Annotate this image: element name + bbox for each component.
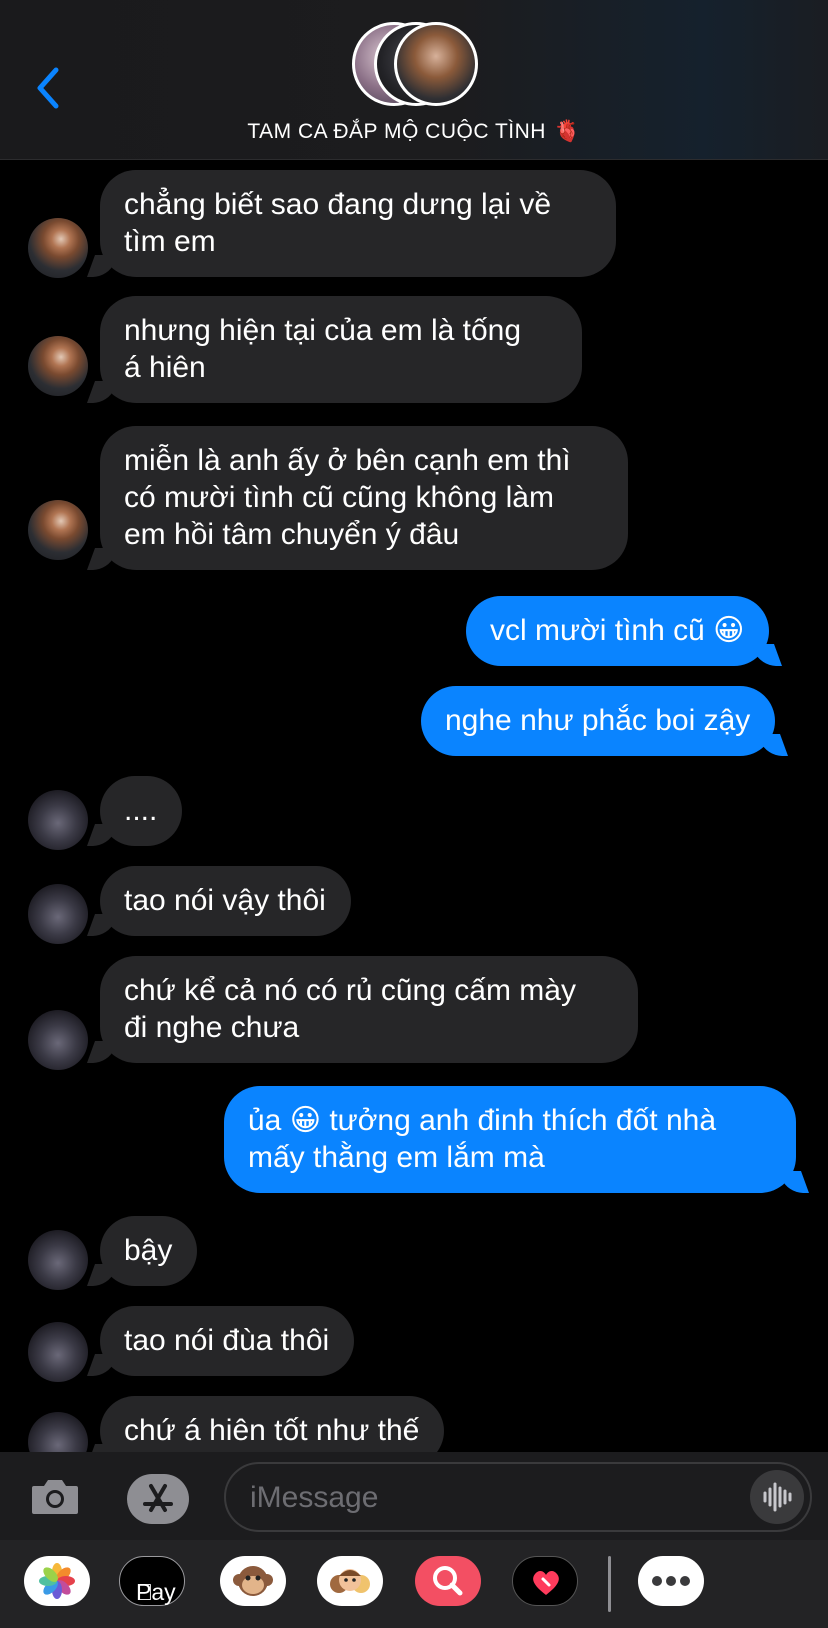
image-search-button[interactable] (415, 1556, 481, 1606)
app-drawer: Pay (0, 1540, 828, 1628)
back-button[interactable] (30, 62, 66, 114)
incoming-message-bubble[interactable]: bậy (100, 1216, 198, 1286)
message-line: em hồi tâm chuyển ý đâu (124, 518, 460, 551)
photos-app-icon (39, 1563, 75, 1599)
digital-touch-button[interactable] (512, 1556, 578, 1606)
incoming-message-bubble[interactable]: tao nói đùa thôi (100, 1306, 355, 1376)
incoming-message-bubble[interactable]: chẳng biết sao đang dưng lại về tìm em (100, 170, 616, 277)
sender-avatar[interactable] (28, 884, 88, 944)
incoming-message-bubble[interactable]: chứ á hiên tốt như thế (100, 1396, 445, 1452)
message-line: chứ á hiên tốt như thế (124, 1414, 420, 1447)
anatomical-heart-emoji: 🫀 (553, 120, 581, 143)
memoji-icon (330, 1569, 370, 1593)
incoming-message-bubble[interactable]: .... (100, 776, 182, 846)
group-avatar-3 (394, 22, 478, 106)
apple-pay-button[interactable]: Pay (119, 1556, 185, 1606)
message-line: nghe như phắc boi zậy (445, 704, 751, 737)
sender-avatar[interactable] (28, 1322, 88, 1382)
sender-avatar[interactable] (28, 1412, 88, 1452)
message-line: có mười tình cũ cũng không làm (124, 481, 554, 514)
memoji-button[interactable] (317, 1556, 383, 1606)
message-input[interactable] (250, 1478, 730, 1518)
outgoing-message-bubble[interactable]: vcl mười tình cũ 😀 (466, 596, 770, 666)
message-line: miễn là anh ấy ở bên cạnh em thì (124, 444, 571, 477)
group-title[interactable]: TAM CA ĐẮP MỘ CUỘC TÌNH 🫀 (0, 120, 828, 144)
compose-bar (0, 1452, 828, 1540)
more-dots-icon (652, 1576, 690, 1586)
apple-pay-text: Pay (136, 1579, 176, 1605)
app-store-icon (143, 1484, 173, 1512)
incoming-message-bubble[interactable]: miễn là anh ấy ở bên cạnh em thì có mười… (100, 426, 628, 570)
message-line: chứ kể cả nó có rủ cũng cấm mày (124, 974, 576, 1007)
message-list[interactable]: chẳng biết sao đang dưng lại về tìm em n… (0, 160, 828, 1452)
message-line: mấy thằng em lắm mà (248, 1141, 545, 1174)
app-store-button[interactable] (127, 1474, 189, 1524)
monkey-animoji-icon (233, 1566, 273, 1596)
drawer-divider (608, 1556, 611, 1612)
message-line: bậy (124, 1234, 173, 1267)
sender-avatar[interactable] (28, 336, 88, 396)
message-input-field[interactable] (224, 1462, 812, 1532)
sender-avatar[interactable] (28, 1010, 88, 1070)
message-line: ủa 😀 tưởng anh đinh thích đốt nhà (248, 1104, 717, 1137)
message-line: nhưng hiện tại của em là tống (124, 314, 522, 347)
message-line: tìm em (124, 225, 216, 258)
sender-avatar[interactable] (28, 790, 88, 850)
message-line: vcl mười tình cũ 😀 (490, 614, 745, 647)
digital-touch-heart-icon (533, 1571, 559, 1595)
camera-button[interactable] (30, 1474, 80, 1518)
sender-avatar[interactable] (28, 218, 88, 278)
group-avatars[interactable] (352, 22, 478, 108)
message-line: tao nói vậy thôi (124, 884, 326, 917)
message-line: .... (124, 794, 158, 827)
image-search-icon (433, 1566, 463, 1596)
waveform-icon (763, 1482, 792, 1512)
conversation-header: TAM CA ĐẮP MỘ CUỘC TÌNH 🫀 (0, 0, 828, 160)
outgoing-message-bubble[interactable]: nghe như phắc boi zậy (421, 686, 776, 756)
voice-message-button[interactable] (750, 1470, 804, 1524)
animoji-button[interactable] (220, 1556, 286, 1606)
message-line: tao nói đùa thôi (124, 1324, 330, 1357)
camera-icon (32, 1480, 78, 1514)
message-line: đi nghe chưa (124, 1011, 300, 1044)
incoming-message-bubble[interactable]: chứ kể cả nó có rủ cũng cấm mày đi nghe … (100, 956, 638, 1063)
photos-app-button[interactable] (24, 1556, 90, 1606)
chevron-left-icon (37, 67, 59, 109)
sender-avatar[interactable] (28, 1230, 88, 1290)
outgoing-message-bubble[interactable]: ủa 😀 tưởng anh đinh thích đốt nhà mấy th… (224, 1086, 796, 1193)
group-title-text: TAM CA ĐẮP MỘ CUỘC TÌNH (247, 120, 546, 143)
sender-avatar[interactable] (28, 500, 88, 560)
incoming-message-bubble[interactable]: tao nói vậy thôi (100, 866, 351, 936)
message-line: á hiên (124, 351, 206, 384)
incoming-message-bubble[interactable]: nhưng hiện tại của em là tống á hiên (100, 296, 582, 403)
more-apps-button[interactable] (638, 1556, 704, 1606)
message-line: chẳng biết sao đang dưng lại về (124, 188, 552, 221)
